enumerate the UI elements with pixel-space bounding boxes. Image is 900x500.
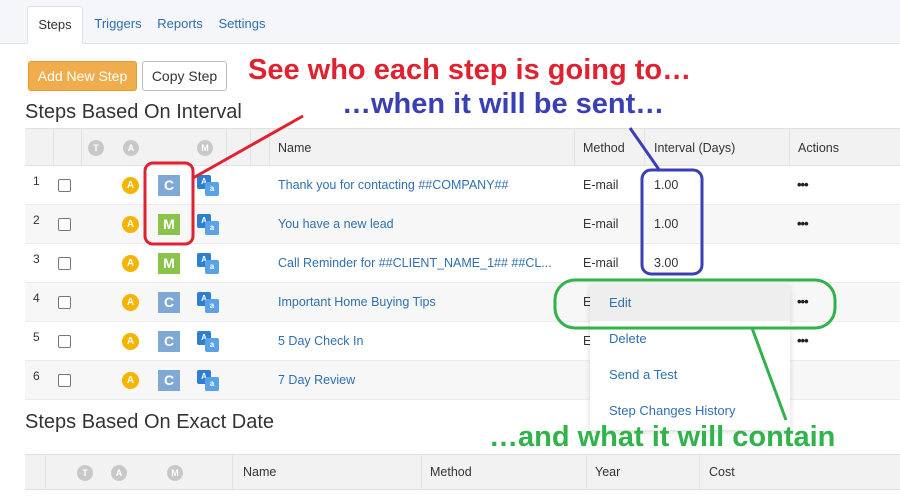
annotation-what: …and what it will contain bbox=[489, 421, 836, 453]
annotation-who: See who each step is going to… bbox=[248, 54, 692, 86]
red-pointer-line bbox=[192, 114, 304, 180]
green-highlight-box bbox=[553, 278, 837, 330]
blue-highlight-box bbox=[640, 168, 704, 276]
blue-pointer-line bbox=[628, 127, 662, 172]
green-pointer-line bbox=[750, 327, 788, 421]
red-highlight-box bbox=[143, 161, 195, 246]
annotation-when: …when it will be sent… bbox=[342, 88, 665, 120]
